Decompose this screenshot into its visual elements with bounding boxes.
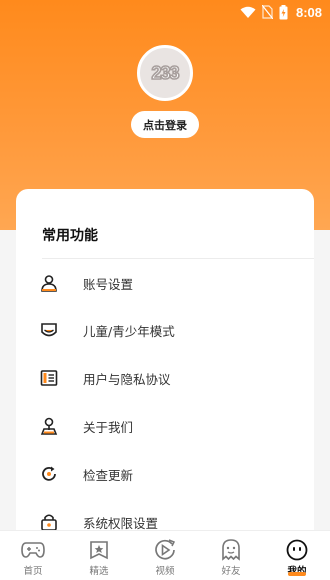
tab-label: 首页 (23, 566, 43, 577)
pin-icon (39, 416, 59, 436)
menu-item-label: 用户与隐私协议 (83, 371, 171, 387)
lock-icon (39, 512, 59, 532)
menu-item-about-us[interactable]: 关于我们 (16, 406, 314, 446)
login-button[interactable]: 点击登录 (131, 111, 199, 138)
wifi-icon (240, 6, 256, 19)
tab-label: 精选 (89, 566, 109, 577)
no-sim-icon (261, 5, 273, 19)
star-badge-icon (87, 539, 111, 561)
face-icon (285, 539, 309, 561)
document-icon (39, 368, 59, 388)
ghost-icon (219, 539, 243, 561)
gamepad-icon (21, 539, 45, 561)
status-bar: 8:08 (0, 0, 330, 24)
menu-item-privacy-agreement[interactable]: 用户与隐私协议 (16, 358, 314, 398)
avatar[interactable]: 233 (137, 45, 193, 101)
tab-label: 好友 (221, 566, 241, 577)
bottom-tab-bar: 首页 精选 视频 好友 我的 (0, 530, 330, 580)
tab-mine[interactable]: 我的 (264, 531, 330, 580)
menu-item-label: 账号设置 (83, 276, 134, 292)
active-tab-indicator (288, 572, 306, 576)
common-functions-card: 常用功能 账号设置 儿童/青少年模式 用户与隐私协议 关于我们 检查更新 系统权… (16, 189, 314, 549)
menu-item-youth-mode[interactable]: 儿童/青少年模式 (16, 310, 314, 350)
menu-item-account-settings[interactable]: 账号设置 (16, 263, 314, 303)
tab-video[interactable]: 视频 (132, 531, 198, 580)
tab-home[interactable]: 首页 (0, 531, 66, 580)
clock: 8:08 (295, 4, 322, 20)
menu-item-label: 系统权限设置 (83, 515, 159, 531)
divider (42, 258, 314, 259)
menu-item-label: 检查更新 (83, 467, 134, 483)
section-title: 常用功能 (42, 228, 98, 244)
play-icon (153, 539, 177, 561)
avatar-text: 233 (151, 62, 181, 84)
user-icon (39, 273, 59, 293)
tab-friends[interactable]: 好友 (198, 531, 264, 580)
menu-item-label: 儿童/青少年模式 (83, 323, 175, 339)
menu-item-label: 关于我们 (83, 419, 134, 435)
menu-item-check-update[interactable]: 检查更新 (16, 454, 314, 494)
battery-icon (279, 4, 288, 20)
shield-icon (39, 320, 59, 340)
tab-featured[interactable]: 精选 (66, 531, 132, 580)
refresh-icon (39, 464, 59, 484)
tab-label: 视频 (155, 566, 175, 577)
